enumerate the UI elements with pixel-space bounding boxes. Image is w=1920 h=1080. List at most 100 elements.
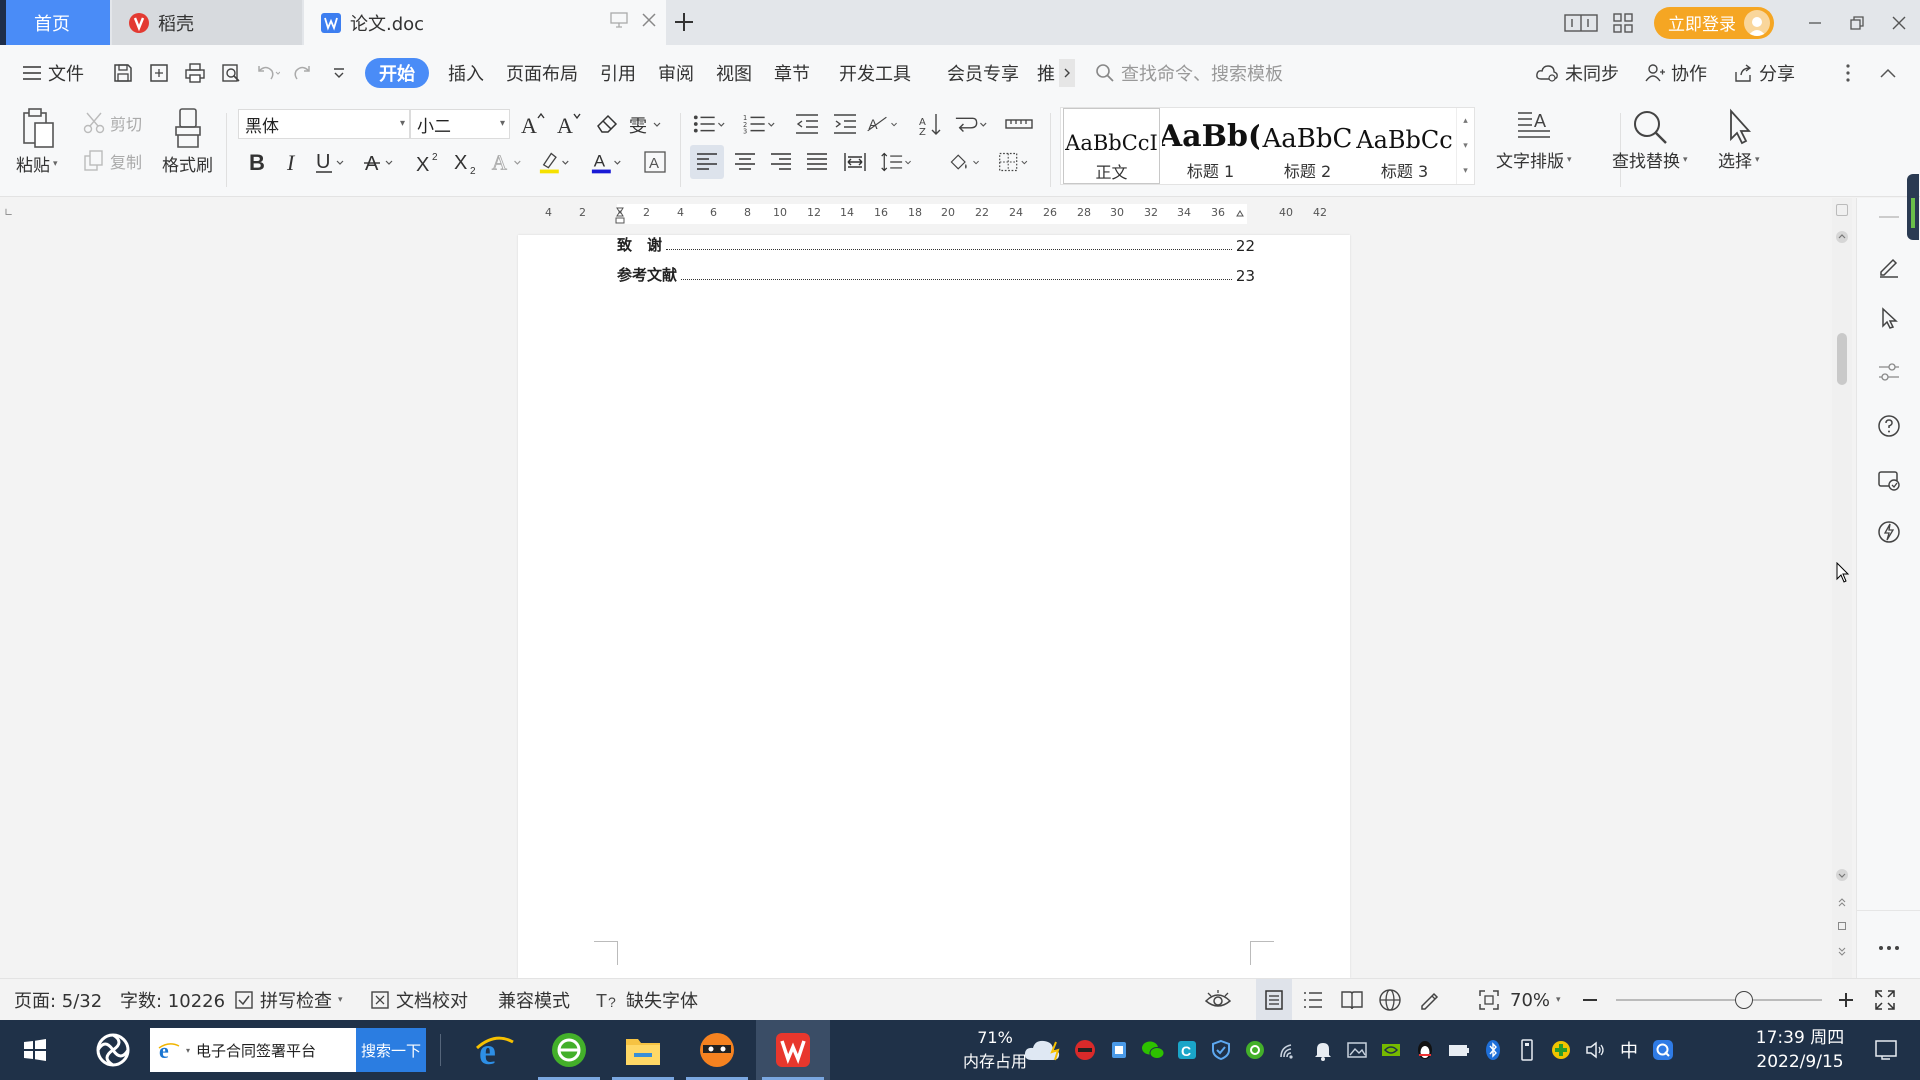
underline-icon[interactable]: U (312, 145, 346, 179)
file-menu[interactable]: 文件 (0, 45, 95, 101)
paste-button[interactable]: 粘贴 ▾ (16, 107, 58, 176)
taskbar-search-box[interactable]: e ▾ 电子合同签署平台 (150, 1028, 356, 1072)
zoom-out-icon[interactable] (1582, 979, 1598, 1021)
taskbar-search-button[interactable]: 搜索一下 (356, 1028, 426, 1072)
outline-view-icon[interactable] (1302, 979, 1324, 1021)
find-replace-button[interactable]: 查找替换 ▾ (1612, 107, 1688, 172)
reading-view-icon[interactable] (1340, 979, 1364, 1021)
assistant-app[interactable] (76, 1020, 150, 1080)
weather-icon[interactable] (1022, 1035, 1066, 1065)
writing-mode-icon[interactable] (1418, 979, 1442, 1021)
usb-device-icon[interactable] (1512, 1035, 1542, 1065)
align-center-icon[interactable] (728, 145, 762, 179)
fullscreen-icon[interactable] (1874, 979, 1896, 1021)
ime-indicator[interactable]: 中 (1614, 1035, 1644, 1065)
login-button[interactable]: 立即登录 (1654, 6, 1774, 39)
menu-references[interactable]: 引用 (589, 45, 647, 101)
compatibility-mode[interactable]: 兼容模式 (498, 979, 570, 1021)
start-button[interactable] (0, 1020, 70, 1080)
split-view-icon[interactable] (1836, 204, 1848, 216)
shading-icon[interactable] (948, 145, 982, 179)
more-options-icon[interactable] (1830, 53, 1866, 93)
layout-switch-icon[interactable] (1560, 0, 1602, 45)
text-effect-icon[interactable]: A (490, 145, 524, 179)
redo-icon[interactable] (285, 53, 321, 93)
proofread-button[interactable]: 文档校对 (370, 979, 468, 1021)
zoom-slider-thumb[interactable] (1734, 991, 1753, 1009)
next-page-icon[interactable] (1837, 946, 1847, 958)
increase-indent-icon[interactable] (828, 107, 862, 141)
backup-icon[interactable] (1873, 464, 1905, 496)
battery-icon[interactable] (1444, 1035, 1474, 1065)
grid-apps-icon[interactable] (1602, 0, 1644, 45)
highlight-icon[interactable] (538, 145, 572, 179)
tab-document[interactable]: 论文.doc (304, 0, 666, 45)
vertical-scrollbar[interactable] (1832, 198, 1852, 978)
italic-icon[interactable]: I (276, 145, 310, 179)
close-window-button[interactable] (1878, 0, 1920, 45)
tab-daoke[interactable]: 稻壳 (112, 0, 302, 45)
minimize-button[interactable] (1794, 0, 1836, 45)
select-button[interactable]: 选择 ▾ (1718, 107, 1760, 172)
missing-font-button[interactable]: T? 缺失字体 (596, 979, 698, 1021)
wechat-icon[interactable] (1138, 1035, 1168, 1065)
qq-penguin-icon[interactable] (1410, 1035, 1440, 1065)
phonetic-guide-icon[interactable]: 雯 (628, 107, 662, 141)
menu-view[interactable]: 视图 (705, 45, 763, 101)
green-plus-app-icon[interactable] (1546, 1035, 1576, 1065)
grow-font-icon[interactable]: A (516, 107, 550, 141)
previous-page-icon[interactable] (1837, 896, 1847, 908)
print-preview-icon[interactable] (213, 53, 249, 93)
help-icon[interactable] (1873, 410, 1905, 442)
toc-entry[interactable]: 致 谢 22 (617, 234, 1255, 255)
browse-object-icon[interactable] (1838, 922, 1846, 930)
scroll-up-icon[interactable] (1835, 230, 1849, 244)
menu-developer[interactable]: 开发工具 (821, 45, 929, 101)
c-app-icon[interactable]: C (1172, 1035, 1202, 1065)
style-heading-3[interactable]: AaBbCc 标题 3 (1356, 108, 1453, 184)
ruler-corner-icon[interactable]: ∟ (4, 206, 13, 219)
red-shield-app-icon[interactable] (1070, 1035, 1100, 1065)
clock[interactable]: 17:39 周四 2022/9/15 (1740, 1026, 1860, 1074)
bluetooth-icon[interactable] (1478, 1035, 1508, 1065)
export-icon[interactable] (141, 53, 177, 93)
superscript-icon[interactable]: X2 (412, 145, 446, 179)
bold-icon[interactable]: B (240, 145, 274, 179)
spell-check-button[interactable]: 拼写检查 ▾ (234, 979, 343, 1021)
save-icon[interactable] (105, 53, 141, 93)
format-painter-button[interactable]: 格式刷 (162, 107, 213, 176)
character-border-icon[interactable]: A (638, 145, 672, 179)
action-center-icon[interactable] (1866, 1034, 1906, 1066)
text-layout-button[interactable]: A 文字排版 ▾ (1496, 107, 1572, 172)
fit-page-icon[interactable] (1478, 979, 1500, 1021)
borders-icon[interactable] (998, 145, 1032, 179)
wps-app[interactable] (756, 1020, 830, 1080)
menu-recommend[interactable]: 推 (1037, 45, 1059, 101)
green-app-tray-icon[interactable] (1240, 1035, 1270, 1065)
zoom-slider[interactable] (1616, 979, 1822, 1021)
sync-button[interactable]: 未同步 (1524, 45, 1630, 101)
toc-entry[interactable]: 参考文献 23 (617, 264, 1255, 285)
menu-chapter[interactable]: 章节 (763, 45, 821, 101)
customize-toolbar-icon[interactable] (321, 53, 357, 93)
zoom-select[interactable]: 70% ▾ (1510, 979, 1561, 1021)
menu-insert[interactable]: 插入 (437, 45, 495, 101)
distribute-icon[interactable] (838, 145, 872, 179)
text-direction-icon[interactable]: A (866, 107, 900, 141)
font-size-select[interactable]: 小二 ▾ (410, 109, 510, 139)
eye-protection-icon[interactable] (1204, 979, 1232, 1021)
line-spacing-icon[interactable] (880, 145, 914, 179)
pen-edit-icon[interactable] (1873, 250, 1905, 282)
collapse-ribbon-icon[interactable] (1870, 53, 1906, 93)
collaborate-button[interactable]: 协作 (1634, 45, 1718, 101)
strikethrough-icon[interactable]: A (362, 145, 396, 179)
scroll-thumb[interactable] (1837, 333, 1847, 385)
font-name-select[interactable]: 黑体 ▾ (238, 109, 410, 139)
print-icon[interactable] (177, 53, 213, 93)
ie-browser-app[interactable]: e (458, 1020, 532, 1080)
qq-browser-icon[interactable] (1648, 1035, 1678, 1065)
page-view-icon[interactable] (1256, 979, 1292, 1021)
font-color-icon[interactable]: A (590, 145, 624, 179)
security-shield-icon[interactable] (1206, 1035, 1236, 1065)
menu-review[interactable]: 审阅 (647, 45, 705, 101)
